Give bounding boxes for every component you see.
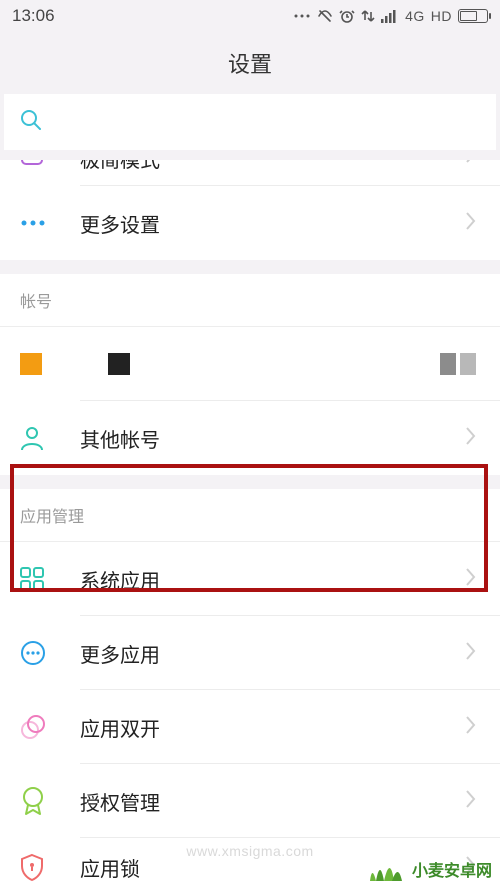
row-permission-manager[interactable]: 授权管理	[0, 764, 500, 838]
row-label: 极简模式	[80, 160, 466, 173]
page-title: 设置	[0, 32, 500, 94]
data-updown-icon	[361, 8, 375, 24]
row-label: 系统应用	[80, 565, 466, 594]
account-provider-icon[interactable]	[460, 353, 476, 375]
chevron-right-icon	[466, 160, 476, 170]
chevron-right-icon	[466, 209, 476, 237]
person-icon	[20, 425, 56, 451]
account-provider-icon[interactable]	[440, 353, 456, 375]
row-label: 授权管理	[80, 787, 466, 816]
search-input[interactable]	[54, 112, 480, 133]
status-bar: 13:06 4G HD	[0, 0, 500, 32]
alarm-icon	[339, 8, 355, 24]
chevron-right-icon	[466, 639, 476, 667]
more-dots-icon	[20, 217, 56, 229]
grass-icon	[366, 855, 406, 883]
network-label: 4G	[405, 8, 425, 24]
watermark-url: www.xmsigma.com	[186, 843, 313, 859]
grid-apps-icon	[20, 567, 56, 591]
more-dots-icon	[293, 11, 311, 21]
badge-icon	[20, 786, 56, 816]
status-right-cluster: 4G HD	[293, 8, 488, 24]
section-header-accounts: 帐号	[0, 274, 500, 326]
list-group-apps: 应用管理 系统应用 更多应用 应用双开	[0, 489, 500, 889]
row-dual-apps[interactable]: 应用双开	[0, 690, 500, 764]
search-box[interactable]	[4, 94, 496, 150]
row-label: 应用双开	[80, 713, 466, 742]
row-more-settings[interactable]: 更多设置	[0, 186, 500, 260]
chevron-right-icon	[466, 713, 476, 741]
row-more-apps[interactable]: 更多应用	[0, 616, 500, 690]
chevron-right-icon	[466, 424, 476, 452]
account-provider-icon[interactable]	[20, 353, 42, 375]
square-icon	[20, 160, 56, 166]
hd-label: HD	[431, 8, 452, 24]
signal-icon	[381, 9, 399, 23]
dual-circle-icon	[20, 714, 56, 740]
section-header-apps: 应用管理	[0, 489, 500, 541]
watermark-brand: 小麦安卓网	[366, 855, 492, 883]
search-wrap	[0, 94, 500, 150]
watermark-brand-text: 小麦安卓网	[412, 857, 492, 881]
row-minimal-mode[interactable]: 极简模式	[0, 160, 500, 186]
more-circle-icon	[20, 640, 56, 666]
row-label: 更多应用	[80, 639, 466, 668]
vibrate-off-icon	[317, 8, 333, 24]
row-label: 其他帐号	[80, 424, 466, 453]
battery-icon	[458, 9, 488, 23]
shield-lock-icon	[20, 853, 56, 881]
row-other-accounts[interactable]: 其他帐号	[0, 401, 500, 475]
list-group-accounts: 帐号 其他帐号	[0, 274, 500, 475]
row-system-apps[interactable]: 系统应用	[0, 542, 500, 616]
chevron-right-icon	[466, 787, 476, 815]
row-account-providers[interactable]	[0, 327, 500, 401]
chevron-right-icon	[466, 565, 476, 593]
account-provider-icon[interactable]	[108, 353, 130, 375]
search-icon	[20, 109, 42, 136]
status-time: 13:06	[12, 6, 55, 26]
row-label: 更多设置	[80, 209, 466, 238]
list-group-top: 极简模式 更多设置	[0, 160, 500, 260]
